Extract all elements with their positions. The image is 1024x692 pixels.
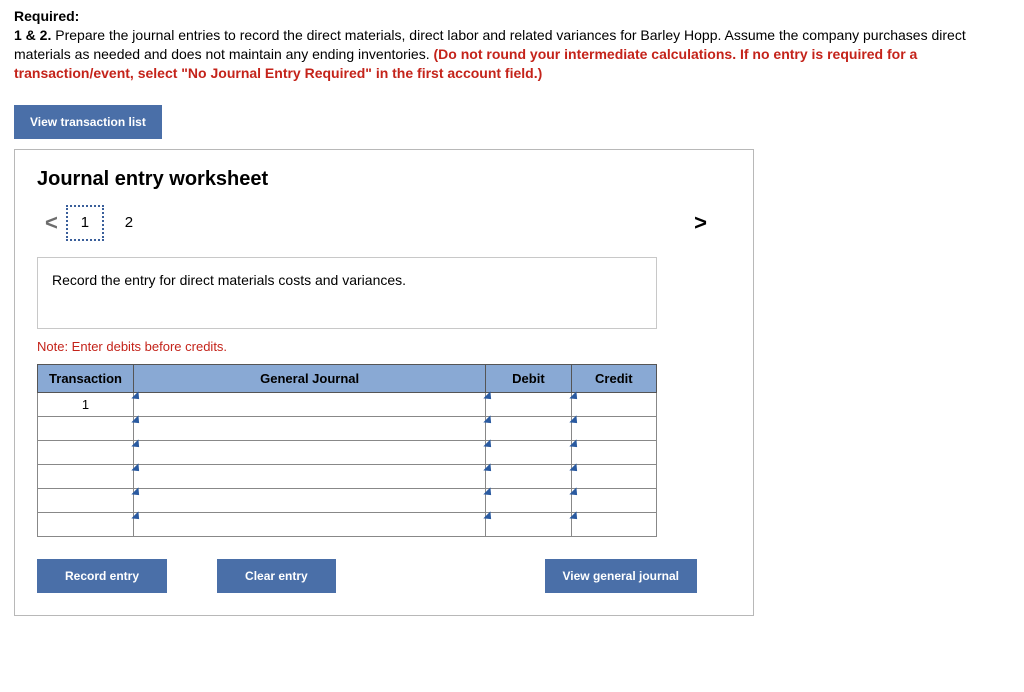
- pager-page-2[interactable]: 2: [110, 205, 148, 241]
- cell-general-journal[interactable]: [134, 440, 486, 464]
- cell-transaction: [38, 440, 134, 464]
- cell-credit[interactable]: [571, 416, 656, 440]
- cell-credit[interactable]: [571, 440, 656, 464]
- cell-transaction: 1: [38, 392, 134, 416]
- required-label: Required:: [14, 8, 1010, 24]
- col-debit: Debit: [486, 364, 571, 392]
- table-row: 1: [38, 392, 657, 416]
- pager-page-1[interactable]: 1: [66, 205, 104, 241]
- cell-general-journal[interactable]: [134, 464, 486, 488]
- clear-entry-button[interactable]: Clear entry: [217, 559, 336, 593]
- note-text: Note: Enter debits before credits.: [37, 339, 731, 354]
- cell-debit[interactable]: [486, 512, 571, 536]
- table-row: [38, 416, 657, 440]
- cell-debit[interactable]: [486, 392, 571, 416]
- cell-transaction: [38, 488, 134, 512]
- cell-credit[interactable]: [571, 464, 656, 488]
- table-row: [38, 512, 657, 536]
- pager: < 1 2 >: [37, 205, 731, 241]
- cell-debit[interactable]: [486, 416, 571, 440]
- required-text: 1 & 2. Prepare the journal entries to re…: [14, 26, 1010, 83]
- item-number: 1 & 2.: [14, 27, 51, 43]
- cell-transaction: [38, 512, 134, 536]
- entry-instruction: Record the entry for direct materials co…: [37, 257, 657, 329]
- table-row: [38, 440, 657, 464]
- cell-debit[interactable]: [486, 440, 571, 464]
- cell-general-journal[interactable]: [134, 416, 486, 440]
- cell-general-journal[interactable]: [134, 392, 486, 416]
- cell-debit[interactable]: [486, 488, 571, 512]
- cell-debit[interactable]: [486, 464, 571, 488]
- table-row: [38, 464, 657, 488]
- view-transaction-list-button[interactable]: View transaction list: [14, 105, 162, 139]
- col-credit: Credit: [571, 364, 656, 392]
- cell-credit[interactable]: [571, 512, 656, 536]
- chevron-left-icon[interactable]: <: [37, 210, 66, 236]
- button-row: Record entry Clear entry View general jo…: [37, 559, 697, 593]
- chevron-right-icon[interactable]: >: [686, 210, 715, 236]
- record-entry-button[interactable]: Record entry: [37, 559, 167, 593]
- cell-general-journal[interactable]: [134, 512, 486, 536]
- view-general-journal-button[interactable]: View general journal: [545, 559, 697, 593]
- journal-worksheet: Journal entry worksheet < 1 2 > Record t…: [14, 149, 754, 616]
- journal-table: Transaction General Journal Debit Credit…: [37, 364, 657, 537]
- col-general-journal: General Journal: [134, 364, 486, 392]
- cell-transaction: [38, 464, 134, 488]
- col-transaction: Transaction: [38, 364, 134, 392]
- cell-credit[interactable]: [571, 392, 656, 416]
- table-row: [38, 488, 657, 512]
- worksheet-title: Journal entry worksheet: [37, 168, 731, 191]
- cell-general-journal[interactable]: [134, 488, 486, 512]
- cell-credit[interactable]: [571, 488, 656, 512]
- cell-transaction: [38, 416, 134, 440]
